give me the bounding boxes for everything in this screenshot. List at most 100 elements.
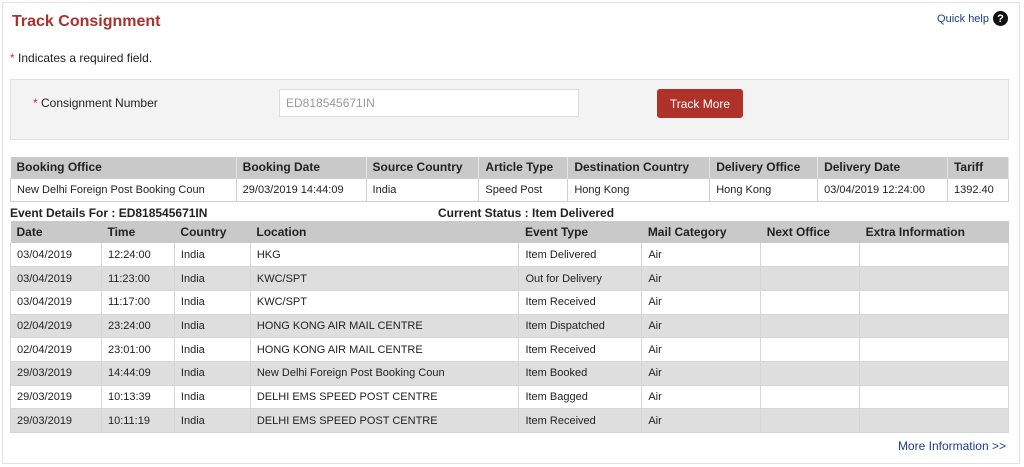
booking-row: New Delhi Foreign Post Booking Coun 29/0… bbox=[10, 177, 1010, 202]
event-cell: 02/04/2019 bbox=[10, 337, 102, 362]
booking-col-header: Booking Date bbox=[236, 157, 367, 178]
event-cell: Item Received bbox=[518, 408, 643, 433]
event-cell bbox=[760, 361, 861, 386]
event-cell: India bbox=[174, 243, 251, 268]
event-cell: 23:24:00 bbox=[101, 314, 175, 339]
event-cell: Air bbox=[641, 314, 762, 339]
event-cell bbox=[760, 314, 861, 339]
event-cell: 29/03/2019 bbox=[10, 408, 102, 433]
event-row: 02/04/2019 23:24:00 India HONG KONG AIR … bbox=[10, 314, 1009, 339]
tracking-form: * Consignment Number Track More bbox=[10, 79, 1009, 140]
event-cell: 03/04/2019 bbox=[10, 290, 102, 315]
event-col-header: Date bbox=[10, 221, 102, 243]
event-col-header: Country bbox=[174, 221, 251, 243]
event-cell bbox=[859, 266, 1009, 291]
event-cell: 03/04/2019 bbox=[10, 266, 102, 291]
event-cell: 02/04/2019 bbox=[10, 314, 102, 339]
event-cell: Air bbox=[641, 337, 762, 362]
event-cell: Air bbox=[641, 385, 762, 410]
event-details-label: Event Details For : ED818545671IN bbox=[10, 206, 208, 220]
event-row: 29/03/2019 14:44:09 India New Delhi Fore… bbox=[10, 361, 1009, 386]
required-star: * bbox=[10, 51, 15, 65]
event-row: 29/03/2019 10:11:19 India DELHI EMS SPEE… bbox=[10, 408, 1009, 433]
event-row: 03/04/2019 12:24:00 India HKG Item Deliv… bbox=[10, 243, 1009, 268]
track-more-button[interactable]: Track More bbox=[657, 89, 743, 118]
event-cell: India bbox=[174, 314, 251, 339]
event-cell: Air bbox=[641, 266, 762, 291]
booking-col-header: Delivery Office bbox=[709, 157, 819, 178]
event-cell: 14:44:09 bbox=[101, 361, 175, 386]
event-cell: Item Bagged bbox=[518, 385, 643, 410]
event-cell: Out for Delivery bbox=[518, 266, 643, 291]
event-cell bbox=[859, 290, 1009, 315]
booking-table: Booking Office Booking Date Source Count… bbox=[10, 157, 1010, 202]
event-cell: 11:23:00 bbox=[101, 266, 175, 291]
event-cell bbox=[760, 266, 861, 291]
booking-col-header: Delivery Date bbox=[817, 157, 948, 178]
event-cell: India bbox=[174, 361, 251, 386]
event-cell: DELHI EMS SPEED POST CENTRE bbox=[250, 408, 520, 433]
event-cell bbox=[760, 408, 861, 433]
booking-col-header: Booking Office bbox=[10, 157, 237, 178]
booking-cell: Speed Post bbox=[478, 177, 569, 202]
event-cell bbox=[859, 361, 1009, 386]
booking-cell: 29/03/2019 14:44:09 bbox=[235, 177, 367, 202]
event-cell: 29/03/2019 bbox=[10, 385, 102, 410]
booking-cell: Hong Kong bbox=[709, 177, 819, 202]
event-cell: New Delhi Foreign Post Booking Coun bbox=[250, 361, 520, 386]
event-cell bbox=[859, 314, 1009, 339]
booking-col-header: Source Country bbox=[366, 157, 480, 178]
event-cell: 10:13:39 bbox=[101, 385, 175, 410]
event-cell: KWC/SPT bbox=[250, 290, 520, 315]
quick-help-link[interactable]: Quick help ? bbox=[937, 11, 1008, 26]
event-cell bbox=[760, 385, 861, 410]
event-cell: Item Received bbox=[518, 337, 643, 362]
event-cell: India bbox=[174, 408, 251, 433]
event-cell: Air bbox=[641, 290, 762, 315]
consignment-label-text: Consignment Number bbox=[41, 96, 158, 110]
event-cell bbox=[859, 408, 1009, 433]
more-information-link[interactable]: More Information >> bbox=[898, 439, 1006, 453]
booking-cell: 03/04/2019 12:24:00 bbox=[817, 177, 948, 202]
event-cell: Air bbox=[641, 408, 762, 433]
required-note-text: Indicates a required field. bbox=[18, 51, 153, 65]
booking-header-row: Booking Office Booking Date Source Count… bbox=[10, 157, 1010, 178]
event-cell bbox=[760, 243, 861, 268]
event-row: 02/04/2019 23:01:00 India HONG KONG AIR … bbox=[10, 337, 1009, 362]
event-cell bbox=[859, 385, 1009, 410]
booking-cell: India bbox=[365, 177, 480, 202]
consignment-number-input[interactable] bbox=[279, 89, 579, 117]
booking-col-header: Destination Country bbox=[567, 157, 711, 178]
current-status-label: Current Status : Item Delivered bbox=[438, 206, 615, 220]
event-cell bbox=[760, 290, 861, 315]
event-cell: 10:11:19 bbox=[101, 408, 175, 433]
event-cell: India bbox=[174, 266, 251, 291]
event-cell: HONG KONG AIR MAIL CENTRE bbox=[250, 314, 520, 339]
event-cell: HONG KONG AIR MAIL CENTRE bbox=[250, 337, 520, 362]
event-cell: Item Dispatched bbox=[518, 314, 643, 339]
event-cell: India bbox=[174, 337, 251, 362]
event-col-header: Mail Category bbox=[641, 221, 761, 243]
event-cell: Item Received bbox=[518, 290, 643, 315]
event-cell bbox=[859, 243, 1009, 268]
event-col-header: Event Type bbox=[518, 221, 642, 243]
event-details-table: Date Time Country Location Event Type Ma… bbox=[10, 221, 1009, 433]
quick-help-label[interactable]: Quick help bbox=[937, 13, 989, 25]
booking-cell: New Delhi Foreign Post Booking Coun bbox=[10, 177, 237, 202]
event-col-header: Time bbox=[101, 221, 175, 243]
event-cell: India bbox=[174, 385, 251, 410]
event-row: 03/04/2019 11:17:00 India KWC/SPT Item R… bbox=[10, 290, 1009, 315]
event-cell: Item Delivered bbox=[518, 243, 643, 268]
page-title: Track Consignment bbox=[12, 13, 161, 30]
event-cell: KWC/SPT bbox=[250, 266, 520, 291]
event-cell: Item Booked bbox=[518, 361, 643, 386]
event-cell bbox=[760, 337, 861, 362]
event-cell: 12:24:00 bbox=[101, 243, 175, 268]
booking-cell: Hong Kong bbox=[567, 177, 711, 202]
event-row: 29/03/2019 10:13:39 India DELHI EMS SPEE… bbox=[10, 385, 1009, 410]
event-header-row: Date Time Country Location Event Type Ma… bbox=[10, 221, 1009, 243]
event-cell: Air bbox=[641, 243, 762, 268]
event-cell: DELHI EMS SPEED POST CENTRE bbox=[250, 385, 520, 410]
help-icon[interactable]: ? bbox=[993, 11, 1008, 26]
event-cell: 23:01:00 bbox=[101, 337, 175, 362]
